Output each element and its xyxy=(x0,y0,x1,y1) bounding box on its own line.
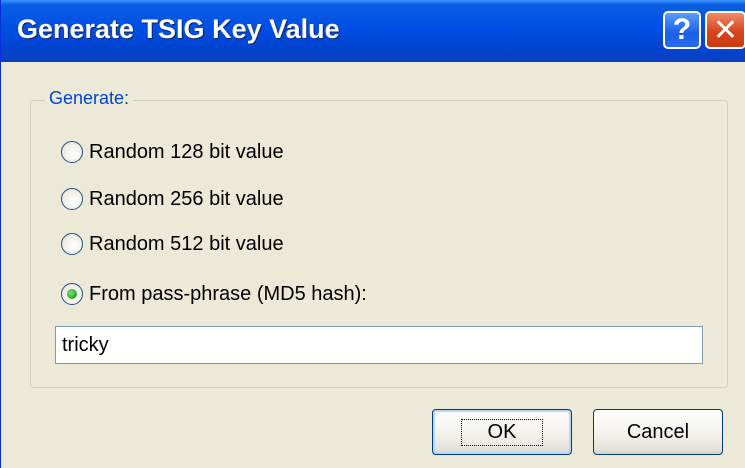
dialog-window: Generate TSIG Key Value ? ✕ Generate: Ra… xyxy=(0,0,745,468)
radio-button-icon[interactable] xyxy=(61,233,83,255)
radio-button-icon[interactable] xyxy=(61,141,83,163)
close-icon: ✕ xyxy=(712,13,739,47)
help-icon: ? xyxy=(672,13,692,46)
cancel-button-label: Cancel xyxy=(626,420,690,443)
radio-from-passphrase[interactable]: From pass-phrase (MD5 hash): xyxy=(61,280,367,308)
close-button[interactable]: ✕ xyxy=(705,11,745,49)
dialog-title: Generate TSIG Key Value xyxy=(17,14,340,44)
radio-label: Random 256 bit value xyxy=(89,187,284,210)
radio-label: Random 512 bit value xyxy=(89,232,284,255)
ok-button-label: OK xyxy=(460,418,544,446)
generate-group-label: Generate: xyxy=(45,88,134,109)
passphrase-input[interactable] xyxy=(55,326,703,364)
cancel-button[interactable]: Cancel xyxy=(593,409,723,455)
help-button[interactable]: ? xyxy=(663,11,701,49)
radio-button-icon-checked[interactable] xyxy=(61,283,83,305)
radio-label: Random 128 bit value xyxy=(89,140,284,163)
radio-label: From pass-phrase (MD5 hash): xyxy=(89,282,367,305)
radio-random-256[interactable]: Random 256 bit value xyxy=(61,185,284,213)
ok-button[interactable]: OK xyxy=(432,409,572,455)
radio-random-128[interactable]: Random 128 bit value xyxy=(61,138,284,166)
radio-random-512[interactable]: Random 512 bit value xyxy=(61,230,284,258)
radio-button-icon[interactable] xyxy=(61,188,83,210)
title-bar[interactable]: Generate TSIG Key Value ? ✕ xyxy=(1,0,745,62)
